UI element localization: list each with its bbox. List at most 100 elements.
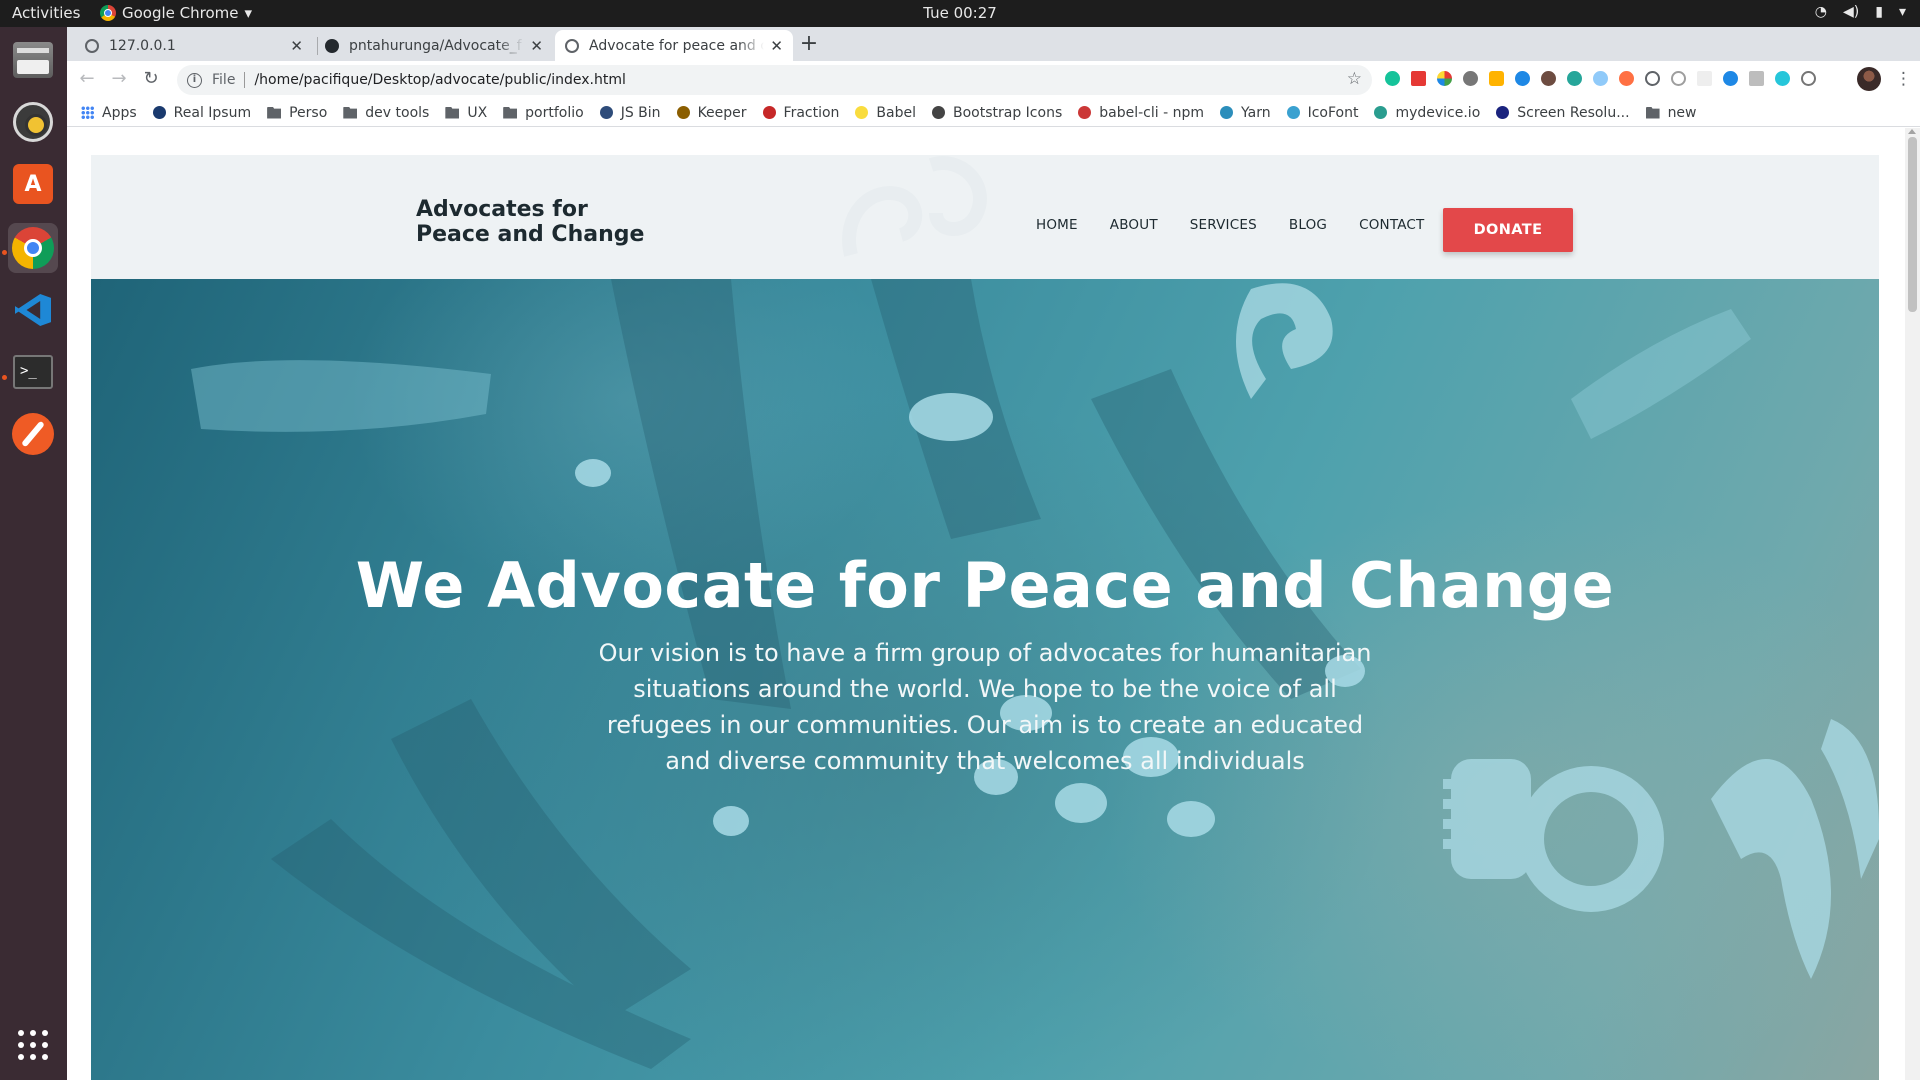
cc-icon[interactable] (1801, 71, 1816, 86)
nav-home[interactable]: HOME (1036, 217, 1078, 233)
clock[interactable]: Tue 00:27 (0, 4, 1920, 22)
bookmark-item[interactable]: Real Ipsum (152, 104, 252, 121)
url-text[interactable]: /home/pacifique/Desktop/advocate/public/… (254, 72, 625, 88)
nav-contact[interactable]: CONTACT (1359, 217, 1424, 233)
bookmark-label: dev tools (365, 104, 430, 121)
dock-rhythmbox[interactable] (8, 97, 58, 147)
bookmark-item[interactable]: Perso (267, 105, 327, 121)
adinkra-watermark-icon (842, 156, 987, 257)
bookmark-label: portfolio (525, 104, 584, 121)
tab-localhost[interactable]: 127.0.0.1 ✕ (75, 30, 313, 61)
extension-icon[interactable] (1723, 71, 1738, 86)
globe-icon (932, 106, 945, 119)
folder-icon (445, 106, 460, 119)
cookie-icon[interactable] (1541, 71, 1556, 86)
close-icon[interactable]: ✕ (770, 37, 783, 55)
software-center-icon: A (13, 164, 53, 204)
extensions-area (1385, 71, 1816, 86)
dock-chrome[interactable] (8, 223, 58, 273)
extension-icon[interactable] (1515, 71, 1530, 86)
site-nav: HOME ABOUT SERVICES BLOG CONTACT (1036, 217, 1457, 233)
system-top-bar: Activities Google Chrome ▾ Tue 00:27 ◔ ◀… (0, 0, 1920, 27)
bookmark-item[interactable]: Keeper (676, 105, 747, 121)
npm-icon (1078, 106, 1092, 119)
grammarly-icon[interactable] (1385, 71, 1400, 86)
browser-toolbar: ← → ↻ i File /home/pacifique/Desktop/adv… (67, 61, 1920, 99)
dock-files[interactable] (8, 35, 58, 85)
bug-icon[interactable] (1463, 71, 1478, 86)
dock-terminal[interactable]: >_ (8, 347, 58, 397)
new-tab-button[interactable]: + (795, 30, 823, 58)
folder-icon (267, 106, 282, 119)
info-icon[interactable]: i (187, 72, 202, 88)
extension-icon[interactable] (1671, 71, 1686, 86)
forward-button[interactable]: → (107, 68, 131, 89)
close-icon[interactable]: ✕ (290, 37, 303, 55)
bookmark-item[interactable]: IcoFont (1286, 105, 1358, 121)
back-button[interactable]: ← (75, 68, 99, 89)
files-icon (13, 42, 53, 78)
extension-icon[interactable] (1749, 71, 1764, 86)
tab-advocate[interactable]: Advocate for peace and ch ✕ (555, 30, 793, 61)
bookmark-item[interactable]: mydevice.io (1374, 105, 1480, 121)
bookmark-item[interactable]: dev tools (343, 105, 429, 121)
extension-icon[interactable] (1697, 71, 1712, 86)
scrollbar-thumb[interactable] (1908, 137, 1917, 312)
folder-icon (343, 106, 358, 119)
check-icon[interactable] (1645, 71, 1660, 86)
extension-icon[interactable] (1775, 71, 1790, 86)
bookmark-item[interactable]: Yarn (1219, 105, 1271, 121)
bookmark-item[interactable]: Screen Resolu... (1496, 105, 1630, 121)
dock-vscode[interactable] (8, 285, 58, 335)
address-bar[interactable]: i File /home/pacifique/Desktop/advocate/… (177, 65, 1372, 95)
nav-about[interactable]: ABOUT (1110, 217, 1158, 233)
vscode-icon (13, 290, 53, 330)
dock-software[interactable]: A (8, 159, 58, 209)
extension-icon[interactable] (1619, 71, 1634, 86)
running-indicator (2, 250, 7, 255)
show-applications-icon[interactable] (18, 1030, 48, 1060)
bookmark-item[interactable]: babel-cli - npm (1078, 105, 1204, 121)
scroll-up-icon[interactable] (1908, 129, 1916, 134)
keeper-icon (676, 106, 690, 119)
extension-icon[interactable] (1411, 71, 1426, 86)
tab-strip: 127.0.0.1 ✕ pntahurunga/Advocate_f ✕ Adv… (67, 27, 1920, 61)
bookmark-item[interactable]: Apps (81, 105, 137, 121)
system-tray[interactable]: ◔ ◀) ▮ ▾ (1815, 4, 1906, 20)
extension-icon[interactable] (1489, 71, 1504, 86)
bookmark-label: Babel (876, 104, 916, 121)
nav-blog[interactable]: BLOG (1289, 217, 1327, 233)
bookmark-item[interactable]: JS Bin (599, 105, 661, 121)
bookmark-label: new (1667, 104, 1697, 121)
bookmark-item[interactable]: Fraction (762, 105, 839, 121)
mydevice-icon (1374, 106, 1388, 119)
postman-icon (12, 413, 54, 455)
dock-postman[interactable] (8, 409, 58, 459)
avatar[interactable] (1857, 67, 1881, 91)
menu-icon[interactable]: ⋮ (1895, 69, 1912, 89)
bookmark-star-icon[interactable]: ☆ (1347, 69, 1362, 89)
bookmark-item[interactable]: new (1645, 104, 1697, 121)
close-icon[interactable]: ✕ (530, 37, 543, 55)
bookmark-item[interactable]: Babel (855, 105, 916, 121)
screen-icon (1496, 106, 1510, 119)
nav-services[interactable]: SERVICES (1190, 217, 1257, 233)
color-picker-icon[interactable] (1437, 71, 1452, 86)
extension-icon[interactable] (1567, 71, 1582, 86)
reload-button[interactable]: ↻ (139, 68, 163, 89)
icofont-icon (1286, 106, 1300, 119)
bookmark-item[interactable]: Bootstrap Icons (932, 105, 1062, 121)
bookmark-label: Real Ipsum (173, 104, 252, 121)
divider (244, 72, 246, 88)
running-indicator (2, 375, 7, 380)
extension-icon[interactable] (1593, 71, 1608, 86)
bookmark-item[interactable]: UX (445, 105, 487, 121)
donate-button[interactable]: DONATE (1443, 208, 1573, 252)
tab-github[interactable]: pntahurunga/Advocate_f ✕ (315, 30, 553, 61)
site-logo[interactable]: Advocates for Peace and Change (416, 197, 644, 247)
tab-title: Advocate for peace and ch (589, 37, 765, 54)
page-scrollbar[interactable] (1905, 128, 1920, 1080)
volume-icon: ◀) (1843, 4, 1860, 20)
bookmark-item[interactable]: portfolio (503, 105, 584, 121)
hero-section: We Advocate for Peace and Change Our vis… (91, 279, 1879, 1080)
